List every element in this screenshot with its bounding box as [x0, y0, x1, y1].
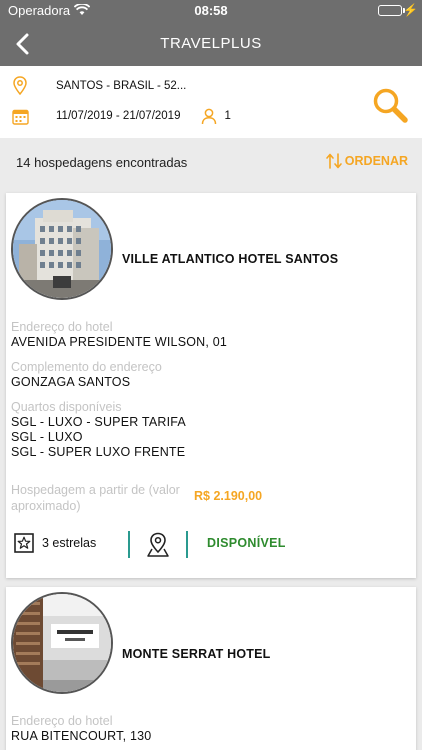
- hotel-complement: GONZAGA SANTOS: [11, 375, 131, 389]
- room-item: SGL - SUPER LUXO FRENTE: [11, 445, 186, 459]
- clock: 08:58: [194, 3, 228, 18]
- search-button[interactable]: [370, 86, 410, 126]
- location-pin-icon: [10, 76, 30, 96]
- price-label: Hospedagem a partir de (valor aproximado…: [11, 483, 180, 513]
- page-title: TRAVELPLUS: [160, 35, 262, 52]
- sort-label: ORDENAR: [344, 154, 408, 168]
- room-item: SGL - LUXO - SUPER TARIFA: [11, 415, 186, 429]
- hotel-card[interactable]: MONTE SERRAT HOTEL Endereço do hotel RUA…: [6, 587, 416, 750]
- charging-icon: ⚡: [403, 3, 418, 17]
- room-item: SGL - LUXO: [11, 430, 83, 444]
- rooms-label: Quartos disponíveis: [11, 400, 122, 414]
- availability-status: DISPONÍVEL: [207, 536, 286, 550]
- complement-label: Complemento do endereço: [11, 360, 162, 374]
- hotel-price: R$ 2.190,00: [194, 489, 263, 503]
- results-bar: 14 hospedagens encontradas ORDENAR: [0, 138, 422, 186]
- hotel-name[interactable]: VILLE ATLANTICO HOTEL SANTOS: [122, 252, 338, 266]
- address-label: Endereço do hotel: [11, 714, 113, 728]
- star-icon: [14, 533, 34, 553]
- stars-text: 3 estrelas: [42, 536, 97, 550]
- hotel-address: RUA BITENCOURT, 130: [11, 729, 152, 743]
- results-count: 14 hospedagens encontradas: [16, 155, 188, 170]
- status-bar: Operadora 08:58 ⚡: [0, 0, 422, 22]
- calendar-icon: [10, 106, 30, 126]
- search-icon: [373, 88, 408, 123]
- user-icon: [200, 106, 218, 126]
- nav-bar: TRAVELPLUS: [0, 22, 422, 66]
- search-dates[interactable]: 11/07/2019 - 21/07/2019: [56, 110, 180, 122]
- search-location[interactable]: SANTOS - BRASIL - 52...: [56, 80, 186, 92]
- star-rating: 3 estrelas: [14, 533, 96, 553]
- sort-arrows-icon: [325, 153, 342, 169]
- guest-count[interactable]: 1: [224, 110, 230, 122]
- hotel-name[interactable]: MONTE SERRAT HOTEL: [122, 647, 271, 661]
- hotel-photo: [11, 198, 113, 300]
- hotel-card[interactable]: VILLE ATLANTICO HOTEL SANTOS Endereço do…: [6, 193, 416, 578]
- divider: [186, 531, 188, 558]
- divider: [128, 531, 130, 558]
- search-summary[interactable]: SANTOS - BRASIL - 52... 11/07/2019 - 21/…: [0, 66, 422, 138]
- hotel-address: AVENIDA PRESIDENTE WILSON, 01: [11, 335, 228, 349]
- address-label: Endereço do hotel: [11, 320, 113, 334]
- battery-icon: [378, 5, 402, 16]
- map-pin-button[interactable]: [146, 532, 170, 558]
- sort-button[interactable]: ORDENAR: [325, 152, 408, 170]
- map-pin-icon: [147, 532, 169, 557]
- hotel-photo: [11, 592, 113, 694]
